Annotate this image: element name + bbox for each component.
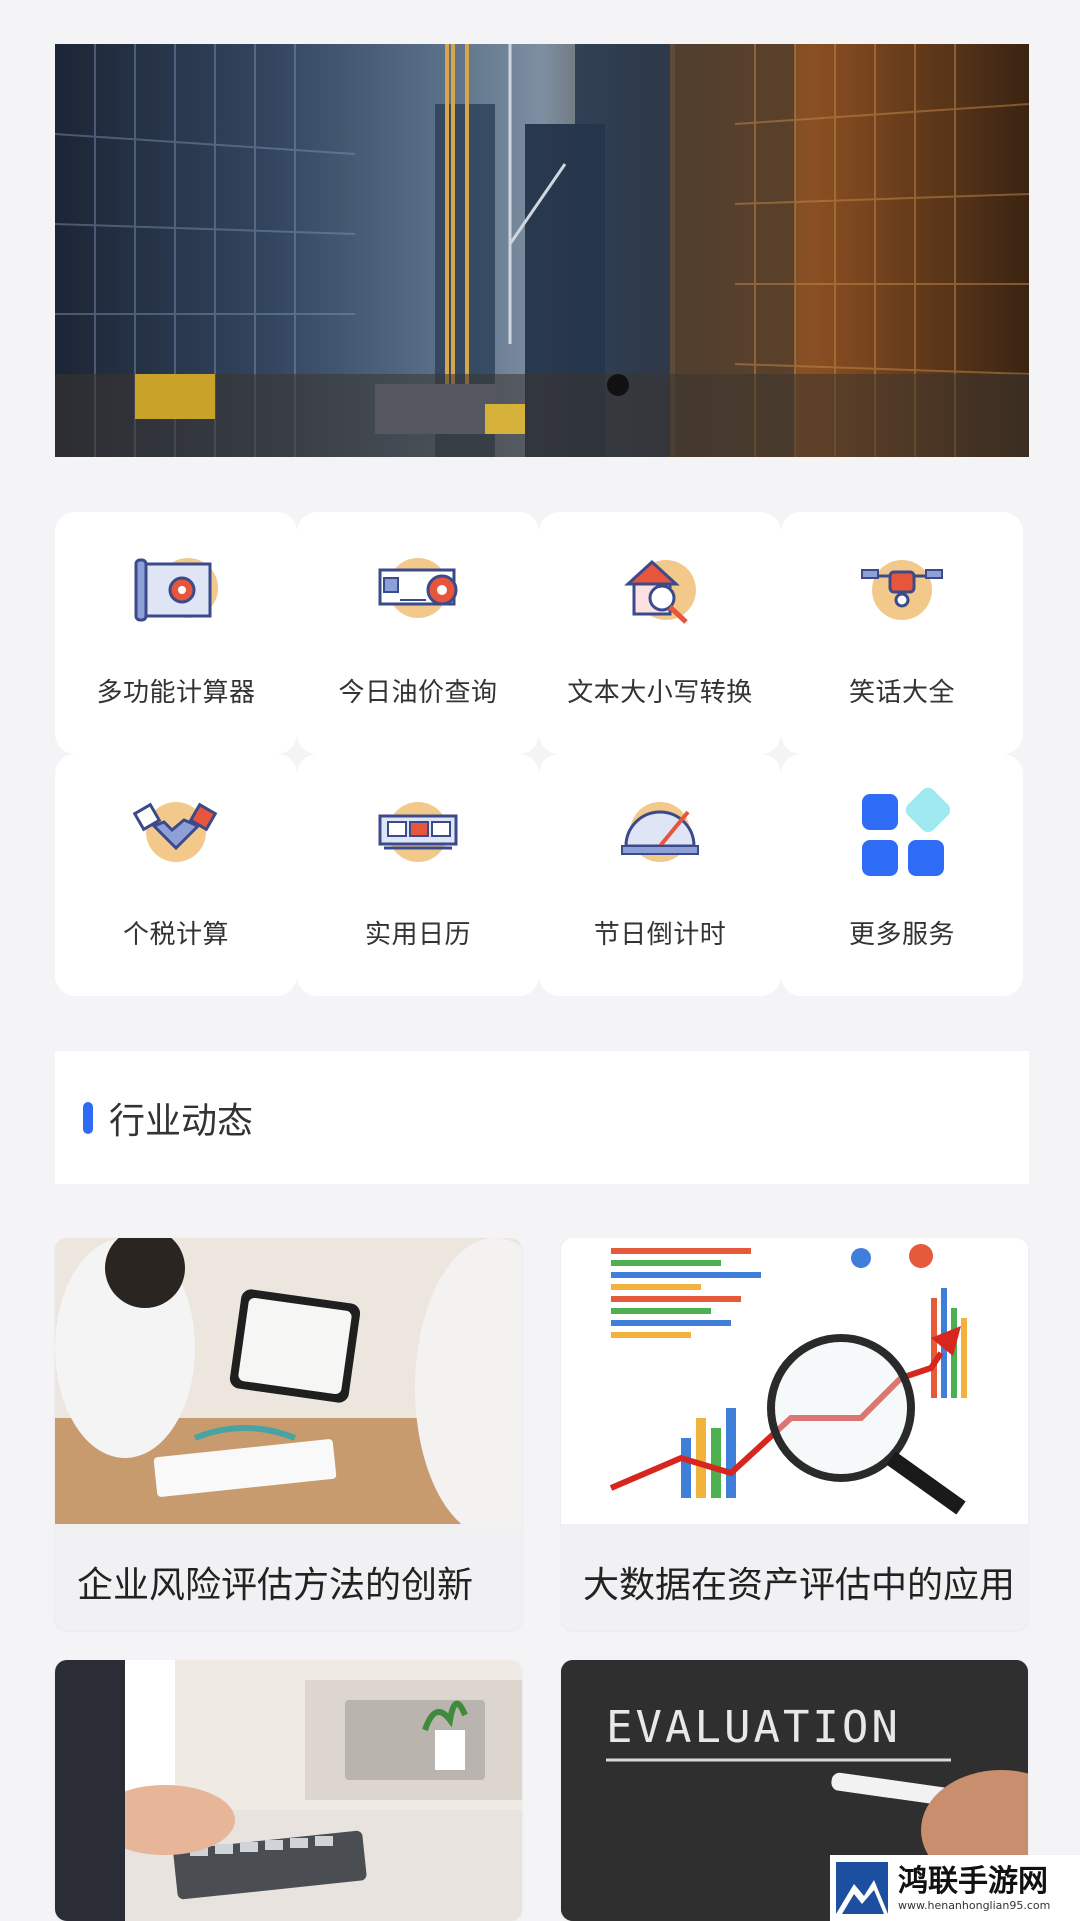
consultation-photo [55, 1238, 522, 1524]
service-calculator[interactable]: 多功能计算器 [55, 512, 297, 754]
section-title: 行业动态 [109, 1100, 254, 1142]
service-income-tax[interactable]: 个税计算 [55, 754, 297, 996]
panel-calendar-icon [378, 802, 458, 862]
article-card[interactable]: 大数据在资产评估中的应用 [561, 1238, 1028, 1630]
measuring-tape-icon [378, 558, 458, 618]
banner-carousel[interactable] [55, 44, 1029, 457]
watermark-name: 鸿联手游网 [898, 1863, 1048, 1899]
watermark-url: www.henanhonglian95.com [898, 1898, 1051, 1912]
service-label: 笑话大全 [848, 678, 955, 708]
service-oil-price[interactable]: 今日油价查询 [297, 512, 539, 754]
site-watermark: 鸿联手游网 www.henanhonglian95.com [830, 1855, 1080, 1921]
service-more[interactable]: 更多服务 [781, 754, 1023, 996]
section-accent-bar [83, 1101, 93, 1134]
service-jokes[interactable]: 笑话大全 [781, 512, 1023, 754]
industry-news-header: 行业动态 [55, 1051, 1029, 1184]
service-label: 节日倒计时 [593, 920, 727, 950]
service-label: 实用日历 [364, 920, 471, 950]
handshake-icon [132, 802, 218, 862]
service-label: 更多服务 [848, 920, 955, 950]
article-card[interactable] [55, 1660, 522, 1921]
site-logo-icon [836, 1862, 888, 1914]
chart-magnifier-photo [561, 1238, 1028, 1524]
service-label: 多功能计算器 [96, 678, 256, 708]
article-title: 大数据在资产评估中的应用 [583, 1565, 1016, 1606]
protractor-icon [621, 802, 699, 862]
house-magnifier-icon [624, 559, 696, 624]
more-grid-icon [862, 787, 950, 876]
chalkboard-text: EVALUATION [606, 1702, 901, 1753]
drone-icon [861, 560, 943, 620]
service-countdown[interactable]: 节日倒计时 [539, 754, 781, 996]
service-label: 个税计算 [122, 920, 229, 950]
service-label: 文本大小写转换 [567, 678, 753, 708]
service-calendar[interactable]: 实用日历 [297, 754, 539, 996]
construction-city-photo [55, 44, 1029, 457]
service-label: 今日油价查询 [338, 678, 498, 708]
article-card[interactable]: 企业风险评估方法的创新 [55, 1238, 522, 1630]
carousel-indicator[interactable] [607, 374, 629, 396]
blueprint-gear-icon [134, 558, 218, 622]
service-text-case[interactable]: 文本大小写转换 [539, 512, 781, 754]
article-title: 企业风险评估方法的创新 [77, 1565, 474, 1606]
service-grid: 多功能计算器 今日油价查询 文本大小写转换 笑话大全 个税计算 实用日历 节日倒… [55, 512, 1023, 996]
calculator-laptop-photo [55, 1660, 522, 1921]
